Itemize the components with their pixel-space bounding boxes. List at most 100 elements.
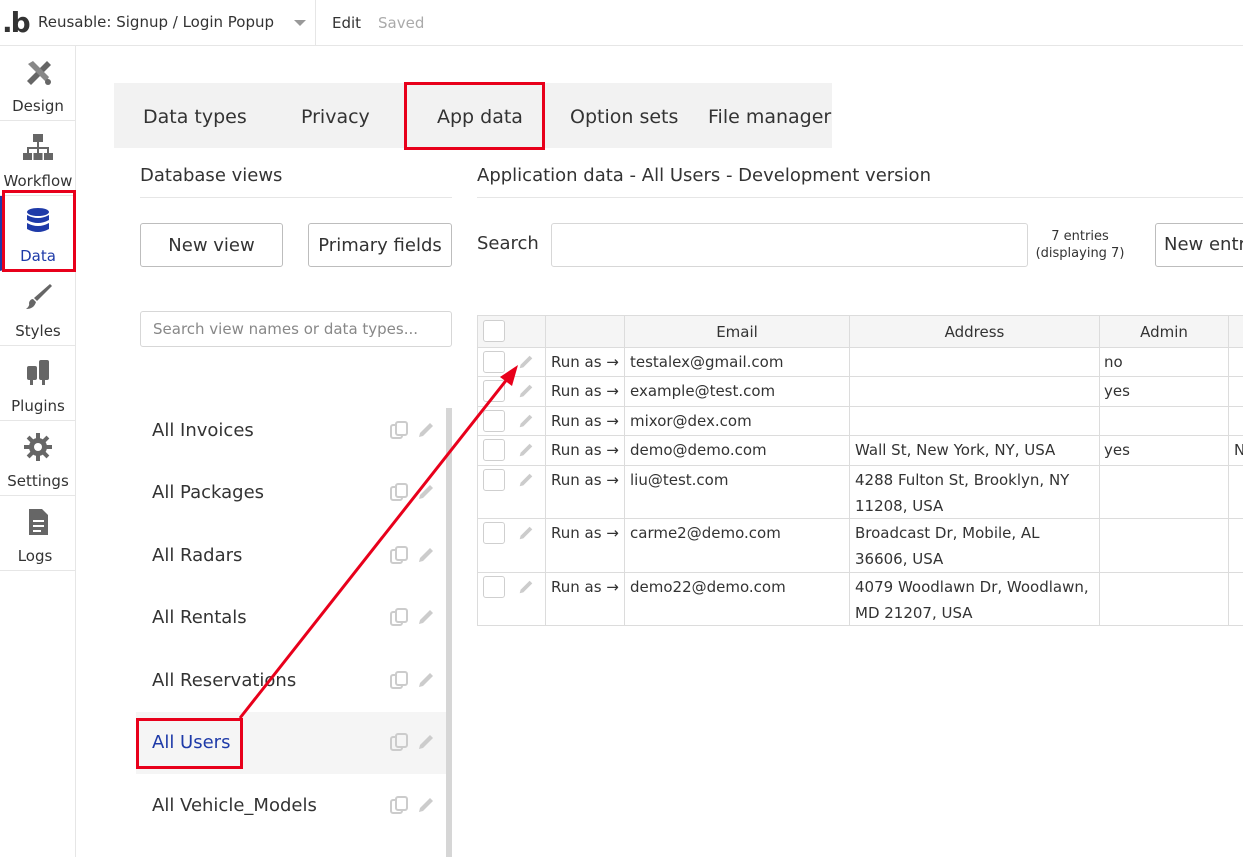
copy-icon[interactable] — [389, 795, 409, 815]
list-item[interactable]: All Packages — [136, 462, 446, 524]
pencil-icon[interactable] — [517, 412, 535, 430]
pencil-icon[interactable] — [416, 420, 436, 440]
pencil-icon[interactable] — [517, 524, 535, 542]
new-entry-button[interactable]: New entry — [1155, 223, 1243, 267]
email-cell: carme2@demo.com — [630, 524, 781, 542]
copy-icon[interactable] — [389, 482, 409, 502]
run-as-link[interactable]: Run as → — [551, 349, 619, 375]
pencil-icon[interactable] — [416, 795, 436, 815]
tab-option-sets[interactable]: Option sets — [570, 106, 678, 128]
primary-fields-button[interactable]: Primary fields — [308, 223, 452, 267]
divider — [477, 197, 1243, 198]
column-header-address[interactable]: Address — [850, 323, 1099, 341]
page-selector[interactable]: Reusable: Signup / Login Popup — [38, 13, 274, 31]
column-header-email[interactable]: Email — [625, 323, 849, 341]
run-as-link[interactable]: Run as → — [551, 574, 619, 600]
email-cell: demo@demo.com — [630, 441, 767, 459]
gear-icon — [24, 433, 52, 461]
rail-label: Design — [12, 97, 64, 115]
column-header-admin[interactable]: Admin — [1100, 323, 1228, 341]
rail-label: Styles — [15, 322, 61, 340]
new-view-button[interactable]: New view — [140, 223, 283, 267]
tab-privacy[interactable]: Privacy — [301, 106, 370, 128]
view-label: All Reservations — [152, 670, 297, 691]
list-item[interactable]: All Invoices — [136, 400, 446, 462]
list-item[interactable]: All Geofences — [136, 352, 446, 372]
entry-count: 7 entries (displaying 7) — [1030, 228, 1130, 262]
entry-count-total: 7 entries — [1051, 229, 1109, 244]
scrollbar[interactable] — [446, 408, 452, 857]
rail-label: Workflow — [3, 172, 73, 190]
rail-item-styles[interactable]: Styles — [0, 271, 76, 346]
run-as-link[interactable]: Run as → — [551, 467, 619, 493]
run-as-link[interactable]: Run as → — [551, 437, 619, 463]
email-cell: liu@test.com — [630, 471, 729, 489]
pencil-icon[interactable] — [416, 545, 436, 565]
highlight-box — [2, 190, 76, 272]
highlight-box — [404, 82, 545, 150]
email-cell: testalex@gmail.com — [630, 353, 784, 371]
view-label: All Radars — [152, 545, 243, 566]
rail-item-design[interactable]: Design — [0, 46, 76, 121]
copy-icon[interactable] — [389, 732, 409, 752]
copy-icon[interactable] — [389, 670, 409, 690]
address-cell: Wall St, New York, NY, USA — [855, 441, 1056, 459]
divider — [140, 197, 452, 198]
list-item[interactable]: All Radars — [136, 525, 446, 587]
rail-item-settings[interactable]: Settings — [0, 421, 76, 496]
pencil-icon[interactable] — [416, 482, 436, 502]
email-cell: example@test.com — [630, 382, 776, 400]
tab-file-manager[interactable]: File manager — [708, 106, 831, 128]
rail-item-workflow[interactable]: Workflow — [0, 121, 76, 196]
search-input[interactable] — [551, 223, 1028, 267]
copy-icon[interactable] — [389, 607, 409, 627]
pencil-icon[interactable] — [416, 607, 436, 627]
caret-down-icon[interactable] — [294, 20, 306, 26]
save-status: Saved — [378, 14, 425, 32]
run-as-link[interactable]: Run as → — [551, 378, 619, 404]
view-search-input[interactable] — [140, 311, 452, 347]
row-checkbox[interactable] — [483, 351, 505, 373]
row-checkbox[interactable] — [483, 576, 505, 598]
database-views-title: Database views — [140, 165, 283, 186]
run-as-link[interactable]: Run as → — [551, 408, 619, 434]
pencil-icon[interactable] — [517, 382, 535, 400]
rail-item-logs[interactable]: Logs — [0, 496, 76, 571]
admin-cell: no — [1104, 353, 1123, 371]
run-as-link[interactable]: Run as → — [551, 520, 619, 546]
rail-item-plugins[interactable]: Plugins — [0, 346, 76, 421]
data-table: Email Address Admin Run as → testalex@gm… — [477, 315, 1243, 626]
row-checkbox[interactable] — [483, 439, 505, 461]
pencil-icon[interactable] — [416, 732, 436, 752]
top-bar: .b Reusable: Signup / Login Popup Edit S… — [0, 0, 1243, 46]
rail-label: Plugins — [11, 397, 65, 415]
view-label: All Packages — [152, 482, 265, 503]
edit-menu[interactable]: Edit — [332, 14, 361, 32]
extra-cell: N — [1234, 441, 1243, 459]
copy-icon[interactable] — [389, 420, 409, 440]
pencil-icon[interactable] — [517, 471, 535, 489]
select-all-checkbox[interactable] — [483, 320, 505, 342]
search-label: Search — [477, 233, 539, 254]
email-cell: demo22@demo.com — [630, 578, 786, 596]
bubble-logo[interactable]: .b — [2, 6, 32, 40]
copy-icon[interactable] — [389, 545, 409, 565]
pencil-icon[interactable] — [517, 441, 535, 459]
list-item[interactable]: All Reservations — [136, 650, 446, 712]
rail-label: Logs — [17, 547, 53, 565]
plug-icon — [27, 360, 49, 385]
pencil-icon[interactable] — [517, 353, 535, 371]
admin-cell: yes — [1104, 441, 1130, 459]
list-item[interactable]: All Rentals — [136, 587, 446, 649]
pencil-icon[interactable] — [517, 578, 535, 596]
row-checkbox[interactable] — [483, 469, 505, 491]
view-list: All Geofences All Invoices All Packages … — [136, 352, 448, 857]
tab-data-types[interactable]: Data types — [143, 106, 247, 128]
list-item[interactable]: All Vehicle_Models — [136, 775, 446, 837]
pencil-icon[interactable] — [416, 670, 436, 690]
row-checkbox[interactable] — [483, 380, 505, 402]
row-checkbox[interactable] — [483, 522, 505, 544]
design-icon — [27, 61, 51, 85]
view-label: All Vehicle_Models — [152, 795, 317, 816]
row-checkbox[interactable] — [483, 410, 505, 432]
